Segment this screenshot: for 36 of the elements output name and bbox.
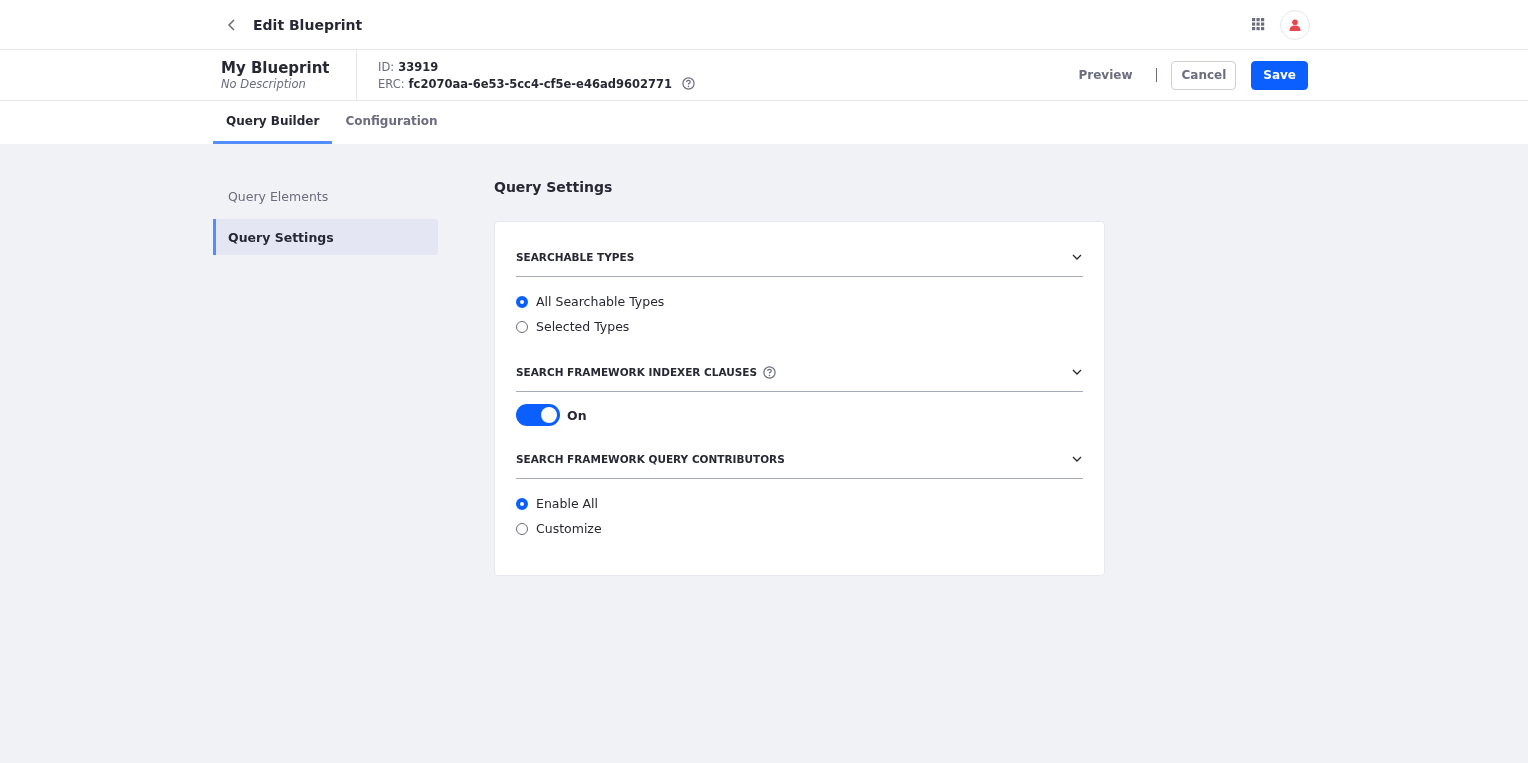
blueprint-name: My Blueprint [221,59,331,77]
tab[interactable]: Configuration [332,101,451,144]
sidebar-item[interactable]: Query Elements [213,178,438,214]
erc-label: ERC: [378,76,405,91]
person-icon [1289,18,1301,31]
section-title: SEARCHABLE TYPES [516,251,635,263]
page-title: Edit Blueprint [253,16,363,33]
cancel-button[interactable]: Cancel [1171,60,1237,90]
radio-button[interactable] [516,295,528,308]
help-icon [763,365,777,379]
radio-button[interactable] [516,522,528,535]
radio-label: All Searchable Types [536,294,665,309]
help-icon [681,77,695,90]
toggle-switch[interactable] [516,404,560,426]
toggle-label: On [567,407,587,423]
section-header[interactable]: SEARCH FRAMEWORK INDEXER CLAUSES [516,353,1083,392]
section-header[interactable]: SEARCHABLE TYPES [516,238,1083,277]
section-title: SEARCH FRAMEWORK INDEXER CLAUSES [516,366,758,378]
preview-button[interactable]: Preview [1070,62,1141,88]
radio-label: Selected Types [536,319,630,334]
id-label: ID: [378,59,395,74]
apps-grid-icon[interactable] [1252,18,1265,31]
blueprint-description: No Description [221,77,307,91]
radio-button[interactable] [516,320,528,333]
section-header[interactable]: SEARCH FRAMEWORK QUERY CONTRIBUTORS [516,440,1083,479]
section-title: SEARCH FRAMEWORK QUERY CONTRIBUTORS [516,453,785,465]
user-avatar[interactable] [1280,9,1310,40]
save-button[interactable]: Save [1251,60,1308,90]
radio-label: Enable All [536,496,599,511]
erc-value: fc2070aa-6e53-5cc4-cf5e-e46ad9602771 [408,76,672,91]
radio-button[interactable] [516,497,528,510]
sidebar-item[interactable]: Query Settings [213,219,438,255]
radio-label: Customize [536,521,602,536]
id-value: 33919 [398,59,439,74]
panel-title: Query Settings [494,179,614,197]
tab[interactable]: Query Builder [213,101,333,144]
